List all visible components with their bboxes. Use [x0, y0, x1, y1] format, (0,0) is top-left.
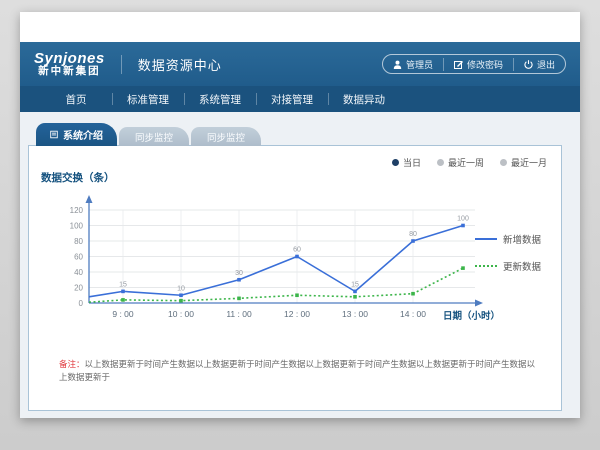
svg-text:80: 80	[409, 231, 417, 238]
time-range-filters: 当日 最近一周 最近一月	[392, 156, 547, 169]
legend-label: 更新数据	[503, 259, 541, 273]
tab-label: 同步监控	[135, 130, 173, 144]
svg-text:60: 60	[293, 247, 301, 254]
user-icon	[393, 60, 402, 69]
change-password-label: 修改密码	[467, 58, 503, 71]
logout-button[interactable]: 退出	[513, 58, 565, 71]
filter-today[interactable]: 当日	[392, 156, 421, 169]
logo-text: Synjones	[34, 51, 105, 67]
footnote-prefix: 备注：	[59, 359, 85, 369]
svg-text:日期（小时）: 日期（小时）	[443, 310, 499, 322]
svg-text:40: 40	[74, 268, 83, 277]
nav-item-system-mgmt[interactable]: 系统管理	[184, 92, 256, 107]
svg-text:0: 0	[79, 299, 84, 308]
logo-subtext: 新中新集团	[38, 66, 101, 77]
legend-item-update-data: 更新数据	[475, 259, 541, 273]
solid-line-sample	[475, 238, 497, 240]
change-password-button[interactable]: 修改密码	[443, 58, 513, 71]
svg-text:13 : 00: 13 : 00	[342, 309, 368, 319]
svg-text:10 : 00: 10 : 00	[168, 309, 194, 319]
svg-text:30: 30	[235, 270, 243, 277]
tab-label: 系统介绍	[63, 127, 103, 142]
line-chart: 0 20 40 60 80 100 120 15 10 30 60 15 80 100 9 : 00 10 :…	[39, 191, 499, 331]
user-menu: 管理员 修改密码 退出	[382, 54, 566, 74]
logout-label: 退出	[537, 58, 555, 71]
chart-legend: 新增数据 更新数据	[475, 232, 541, 273]
app-window: Synjones 新中新集团 数据资源中心 管理员 修改密码 退出 首页 标准管…	[20, 12, 580, 418]
main-nav: 首页 标准管理 系统管理 对接管理 数据异动	[20, 86, 580, 112]
svg-text:14 : 00: 14 : 00	[400, 309, 426, 319]
tab-bar: 系统介绍 同步监控 同步监控	[36, 123, 261, 146]
svg-text:20: 20	[74, 284, 83, 293]
svg-text:12 : 00: 12 : 00	[284, 309, 310, 319]
filter-label: 最近一月	[511, 156, 547, 169]
edit-icon	[454, 60, 463, 69]
filter-label: 最近一周	[448, 156, 484, 169]
content-panel: 当日 最近一周 最近一月 数据交换（条） 0 20 40 60 80 100 120 15 10…	[28, 145, 562, 411]
svg-text:11 : 00: 11 : 00	[226, 309, 252, 319]
filter-last-month[interactable]: 最近一月	[500, 156, 547, 169]
nav-item-standard-mgmt[interactable]: 标准管理	[112, 92, 184, 107]
svg-text:120: 120	[70, 206, 84, 215]
svg-text:100: 100	[70, 222, 84, 231]
tab-sync-monitor-2[interactable]: 同步监控	[191, 127, 261, 146]
power-icon	[524, 60, 533, 69]
svg-text:10: 10	[177, 285, 185, 292]
radio-selected-icon	[392, 159, 399, 166]
svg-text:80: 80	[74, 237, 83, 246]
dotted-line-sample	[475, 265, 497, 267]
svg-text:9 : 00: 9 : 00	[112, 309, 134, 319]
nav-item-interface-mgmt[interactable]: 对接管理	[256, 92, 328, 107]
company-logo: Synjones 新中新集团	[34, 51, 105, 78]
legend-item-new-data: 新增数据	[475, 232, 541, 246]
radio-icon	[500, 159, 507, 166]
document-icon	[50, 130, 58, 139]
svg-text:15: 15	[119, 281, 127, 288]
filter-label: 当日	[403, 156, 421, 169]
tab-sync-monitor-1[interactable]: 同步监控	[119, 127, 189, 146]
footnote-text: 以上数据更新于时间产生数据以上数据更新于时间产生数据以上数据更新于时间产生数据以…	[59, 359, 535, 382]
user-menu-label: 管理员	[406, 58, 433, 71]
chart-y-axis-title: 数据交换（条）	[41, 170, 115, 185]
footnote: 备注：以上数据更新于时间产生数据以上数据更新于时间产生数据以上数据更新于时间产生…	[59, 358, 539, 384]
radio-icon	[437, 159, 444, 166]
filter-last-week[interactable]: 最近一周	[437, 156, 484, 169]
nav-item-data-change[interactable]: 数据异动	[328, 92, 400, 107]
user-menu-admin[interactable]: 管理员	[383, 58, 443, 71]
page-title: 数据资源中心	[121, 55, 222, 74]
svg-text:100: 100	[457, 216, 469, 223]
legend-label: 新增数据	[503, 232, 541, 246]
tab-label: 同步监控	[207, 130, 245, 144]
svg-text:60: 60	[74, 253, 83, 262]
svg-text:15: 15	[351, 281, 359, 288]
tab-system-intro[interactable]: 系统介绍	[36, 123, 117, 146]
app-header: Synjones 新中新集团 数据资源中心 管理员 修改密码 退出	[20, 42, 580, 86]
nav-item-home[interactable]: 首页	[40, 92, 112, 107]
